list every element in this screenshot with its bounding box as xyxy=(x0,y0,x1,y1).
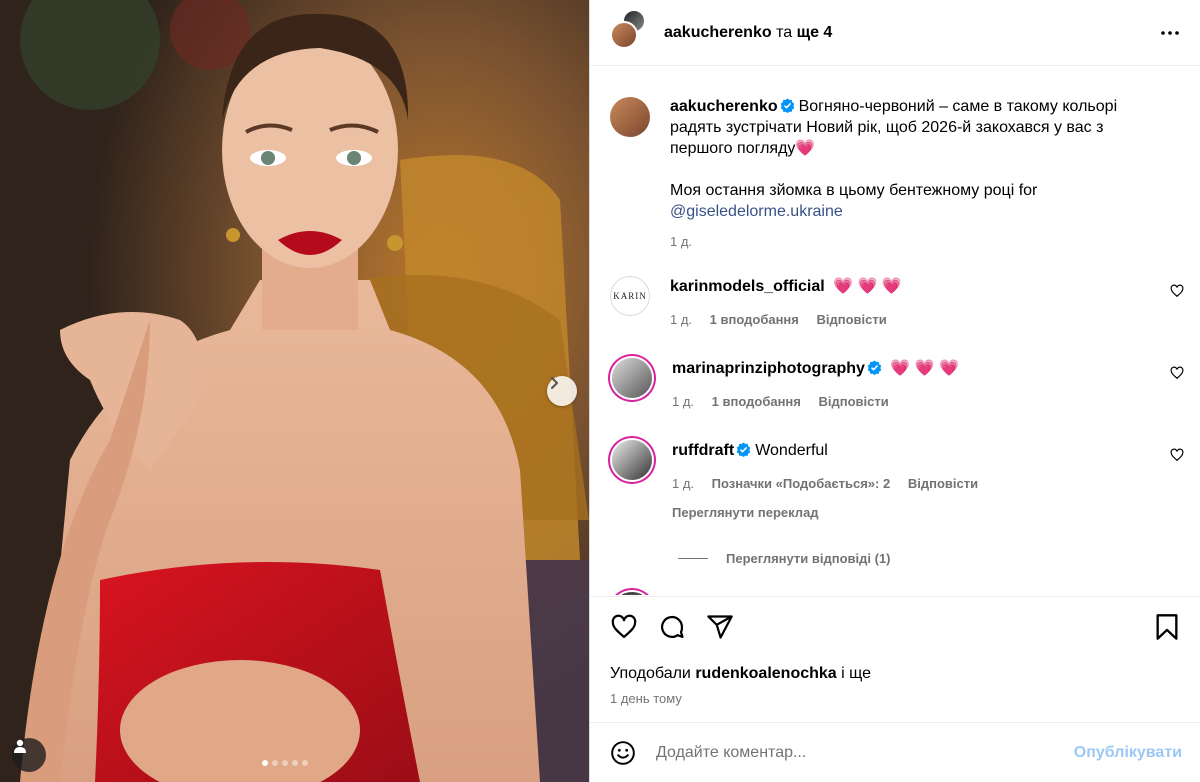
carousel-dot xyxy=(262,760,268,766)
carousel-indicator xyxy=(262,760,308,766)
post-photo[interactable] xyxy=(0,0,589,782)
coauthors-connector: та xyxy=(776,23,793,41)
comment-likes[interactable]: 1 вподобання xyxy=(712,394,801,409)
avatar-logo-text: KARIN xyxy=(613,291,647,301)
comment-username[interactable]: marinaprinziphotography xyxy=(672,360,865,377)
reply-button[interactable]: Відповісти xyxy=(819,394,889,409)
more-horizontal-icon xyxy=(1161,30,1179,35)
carousel-dot xyxy=(282,760,288,766)
comment-input[interactable] xyxy=(656,743,1074,762)
reply-button[interactable]: Відповісти xyxy=(908,476,978,491)
post-authors: aakucherenko та ще 4 xyxy=(664,24,832,42)
like-button[interactable] xyxy=(610,613,638,641)
liked-by-user[interactable]: rudenkoalenochka xyxy=(695,665,836,682)
avatar[interactable]: KARIN xyxy=(610,276,650,316)
post-header: aakucherenko та ще 4 xyxy=(590,0,1200,66)
carousel-dot xyxy=(292,760,298,766)
caption-text-2: Моя остання зйомка в цьому бентежному ро… xyxy=(670,182,1038,199)
chevron-right-icon xyxy=(551,377,558,389)
heart-outline-icon xyxy=(1170,284,1184,298)
next-slide-button[interactable] xyxy=(547,376,577,406)
avatar[interactable] xyxy=(610,97,650,137)
comment-likes[interactable]: 1 вподобання xyxy=(710,312,799,327)
author-username[interactable]: aakucherenko xyxy=(664,24,772,41)
avatar[interactable] xyxy=(612,592,652,595)
post-caption: aakucherenko Вогняно-червоний – саме в та… xyxy=(610,97,1200,252)
comment-username[interactable]: karinmodels_official xyxy=(670,278,825,295)
avatar[interactable] xyxy=(612,440,652,480)
avatar[interactable] xyxy=(612,358,652,398)
view-replies-label: Переглянути відповіді (1) xyxy=(726,551,891,566)
avatar xyxy=(610,20,638,49)
carousel-dot xyxy=(302,760,308,766)
comment-like-button[interactable] xyxy=(1170,366,1184,385)
heart-outline-icon xyxy=(1170,366,1184,380)
send-icon xyxy=(707,615,733,639)
share-button[interactable] xyxy=(706,613,734,641)
more-options-button[interactable] xyxy=(1158,21,1182,45)
comment-username[interactable]: ruffdraft xyxy=(672,442,734,459)
comment-meta: 1 д. 1 вподобання Відповісти xyxy=(670,309,1150,330)
verified-badge-icon xyxy=(780,98,794,113)
coauthor-avatars[interactable] xyxy=(610,8,646,51)
caption-username[interactable]: aakucherenko xyxy=(670,98,778,115)
comment-icon xyxy=(661,615,684,639)
comment-meta: 1 д. 1 вподобання Відповісти xyxy=(672,391,1152,412)
photo-illustration xyxy=(0,0,589,782)
comment-time[interactable]: 1 д. xyxy=(672,476,694,491)
heart-icon xyxy=(611,614,637,639)
post-details-panel: aakucherenko та ще 4 aakucherenko Вогняно… xyxy=(589,0,1200,782)
comment-meta: 1 д. Позначки «Подобається»: 2 Відповіст… xyxy=(672,473,1152,494)
see-translation-button[interactable]: Переглянути переклад xyxy=(672,502,1152,523)
emoji-icon xyxy=(611,740,635,765)
comment-text: Wonderful xyxy=(755,442,828,459)
comment-like-button[interactable] xyxy=(1170,448,1184,467)
action-icons xyxy=(610,613,1180,641)
publish-button[interactable]: Опублікувати xyxy=(1074,744,1182,762)
coauthors-count[interactable]: ще 4 xyxy=(797,24,833,41)
comment-text: 💗 💗 💗 xyxy=(833,278,902,295)
comment-item: ruffdraft Wonderful 1 д. Позначки «Подоба… xyxy=(610,440,1200,523)
verified-badge-icon xyxy=(736,442,751,457)
view-replies-button[interactable]: Переглянути відповіді (1) xyxy=(678,551,1200,566)
post-actions: Уподобали rudenkoalenochka і ще 1 день т… xyxy=(590,596,1200,722)
liked-by-suffix[interactable]: і ще xyxy=(841,665,871,682)
comment-item: KARIN karinmodels_official 💗 💗 💗 1 д. 1 … xyxy=(610,276,1200,330)
add-comment-bar: Опублікувати xyxy=(590,722,1200,782)
liked-by-prefix: Уподобали xyxy=(610,665,691,682)
comment-item: marinaprinziphotography 💗 💗 💗 1 д. 1 впо… xyxy=(610,358,1200,412)
caption-meta: 1 д. xyxy=(670,231,1150,252)
carousel-dot xyxy=(272,760,278,766)
comment-item-partial xyxy=(610,592,1200,595)
comment-likes[interactable]: Позначки «Подобається»: 2 xyxy=(712,476,891,491)
heart-outline-icon xyxy=(1170,448,1184,462)
replies-divider xyxy=(678,558,708,559)
comment-text: 💗 💗 💗 xyxy=(890,360,960,377)
liked-by[interactable]: Уподобали rudenkoalenochka і ще xyxy=(610,665,1180,683)
post-timestamp[interactable]: 1 день тому xyxy=(610,691,1180,706)
caption-time[interactable]: 1 д. xyxy=(670,234,692,249)
person-icon xyxy=(14,739,26,753)
bookmark-icon xyxy=(1156,614,1178,640)
comment-time[interactable]: 1 д. xyxy=(670,312,692,327)
comment-like-button[interactable] xyxy=(1170,284,1184,303)
comment-button[interactable] xyxy=(658,613,686,641)
comments-list[interactable]: aakucherenko Вогняно-червоний – саме в та… xyxy=(590,67,1200,595)
comment-time[interactable]: 1 д. xyxy=(672,394,694,409)
caption-mention-link[interactable]: @giseledelorme.ukraine xyxy=(670,203,843,220)
verified-badge-icon xyxy=(867,360,882,375)
reply-button[interactable]: Відповісти xyxy=(817,312,887,327)
caption-emoji: 💗 xyxy=(795,140,816,157)
emoji-button[interactable] xyxy=(610,740,636,766)
tagged-users-button[interactable] xyxy=(12,738,46,772)
save-button[interactable] xyxy=(1154,613,1180,641)
